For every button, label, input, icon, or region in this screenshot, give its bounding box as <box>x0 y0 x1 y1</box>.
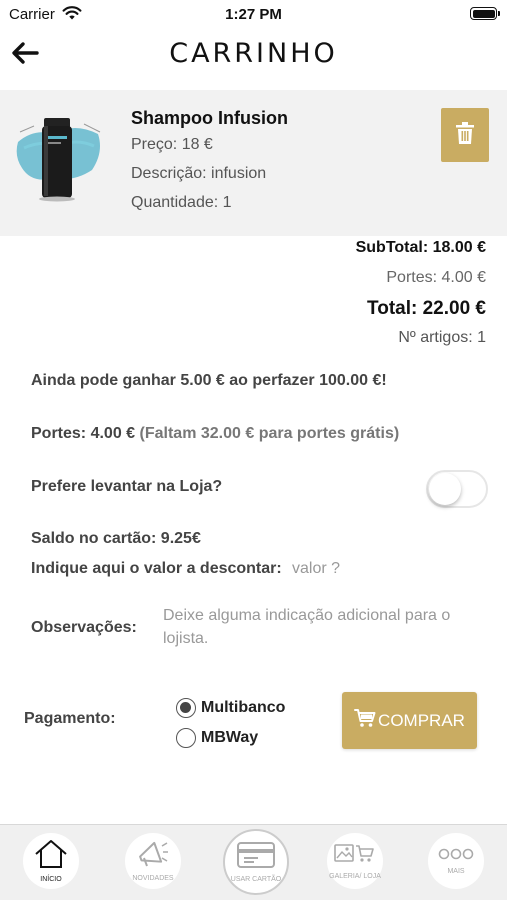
clock: 1:27 PM <box>225 6 282 23</box>
tab-label: MAIS <box>447 867 465 875</box>
shipping-cost: Portes: 4.00 € <box>386 269 486 286</box>
item-count: Nº artigos: 1 <box>398 329 486 346</box>
cart-item: Shampoo Infusion Preço: 18 € Descrição: … <box>0 90 507 236</box>
payment-label: Pagamento: <box>24 710 116 727</box>
buy-button[interactable]: COMPRAR <box>342 692 477 749</box>
product-quantity: Quantidade: 1 <box>131 194 232 211</box>
discount-label: Indique aqui o valor a descontar: <box>31 560 282 577</box>
tab-mais[interactable]: MAIS <box>428 833 484 889</box>
discount-value-input[interactable] <box>292 558 442 580</box>
toggle-knob <box>429 473 461 505</box>
reward-message: Ainda pode ganhar 5.00 € ao perfazer 100… <box>31 372 387 389</box>
tab-galeria-loja[interactable]: GALERIA/ LOJA <box>327 833 383 889</box>
trash-icon <box>456 121 474 149</box>
tab-label: NOVIDADES <box>132 874 174 882</box>
observations-input[interactable] <box>163 604 483 652</box>
payment-option-label: MBWay <box>201 729 259 746</box>
tab-label: INÍCIO <box>40 875 62 883</box>
payment-option-label: Multibanco <box>201 699 286 716</box>
store-pickup-toggle[interactable] <box>426 470 488 508</box>
radio-selected-icon <box>176 698 196 718</box>
more-icon <box>438 847 474 866</box>
payment-option-multibanco[interactable]: Multibanco <box>176 698 285 718</box>
shipping-info-label: Portes: 4.00 € <box>31 425 136 442</box>
payment-option-mbway[interactable]: MBWay <box>176 728 258 748</box>
battery-icon <box>470 7 500 20</box>
tab-usar-cartao[interactable]: USAR CARTÃO <box>223 829 289 895</box>
tab-inicio[interactable]: INÍCIO <box>23 833 79 889</box>
product-description: Descrição: infusion <box>131 165 267 182</box>
status-bar: Carrier 1:27 PM <box>0 0 507 28</box>
tab-label: GALERIA/ LOJA <box>329 872 381 880</box>
tab-label: USAR CARTÃO <box>230 875 282 883</box>
header: CARRINHO <box>0 28 507 86</box>
subtotal: SubTotal: 18.00 € <box>355 239 486 256</box>
product-image <box>14 112 106 204</box>
card-icon <box>236 841 276 874</box>
product-price: Preço: 18 € <box>131 136 213 153</box>
home-icon <box>34 839 68 874</box>
free-shipping-note: (Faltam 32.00 € para portes grátis) <box>139 425 400 442</box>
observations-label: Observações: <box>31 619 137 636</box>
page-title: CARRINHO <box>169 38 338 69</box>
bottom-tab-bar: INÍCIO NOVIDADES USAR CARTÃO GALERIA/ LO… <box>0 824 507 900</box>
shipping-info: Portes: 4.00 € (Faltam 32.00 € para port… <box>31 425 399 443</box>
radio-unselected-icon <box>176 728 196 748</box>
store-pickup-label: Prefere levantar na Loja? <box>31 478 223 495</box>
product-name: Shampoo Infusion <box>131 108 288 128</box>
shopping-cart-icon <box>354 708 376 733</box>
buy-button-label: COMPRAR <box>378 710 465 730</box>
order-total: Total: 22.00 € <box>367 298 486 319</box>
megaphone-icon <box>136 840 170 873</box>
tab-novidades[interactable]: NOVIDADES <box>125 833 181 889</box>
gallery-cart-icon <box>333 842 377 871</box>
card-balance: Saldo no cartão: 9.25€ <box>31 530 201 547</box>
delete-item-button[interactable] <box>441 108 489 162</box>
